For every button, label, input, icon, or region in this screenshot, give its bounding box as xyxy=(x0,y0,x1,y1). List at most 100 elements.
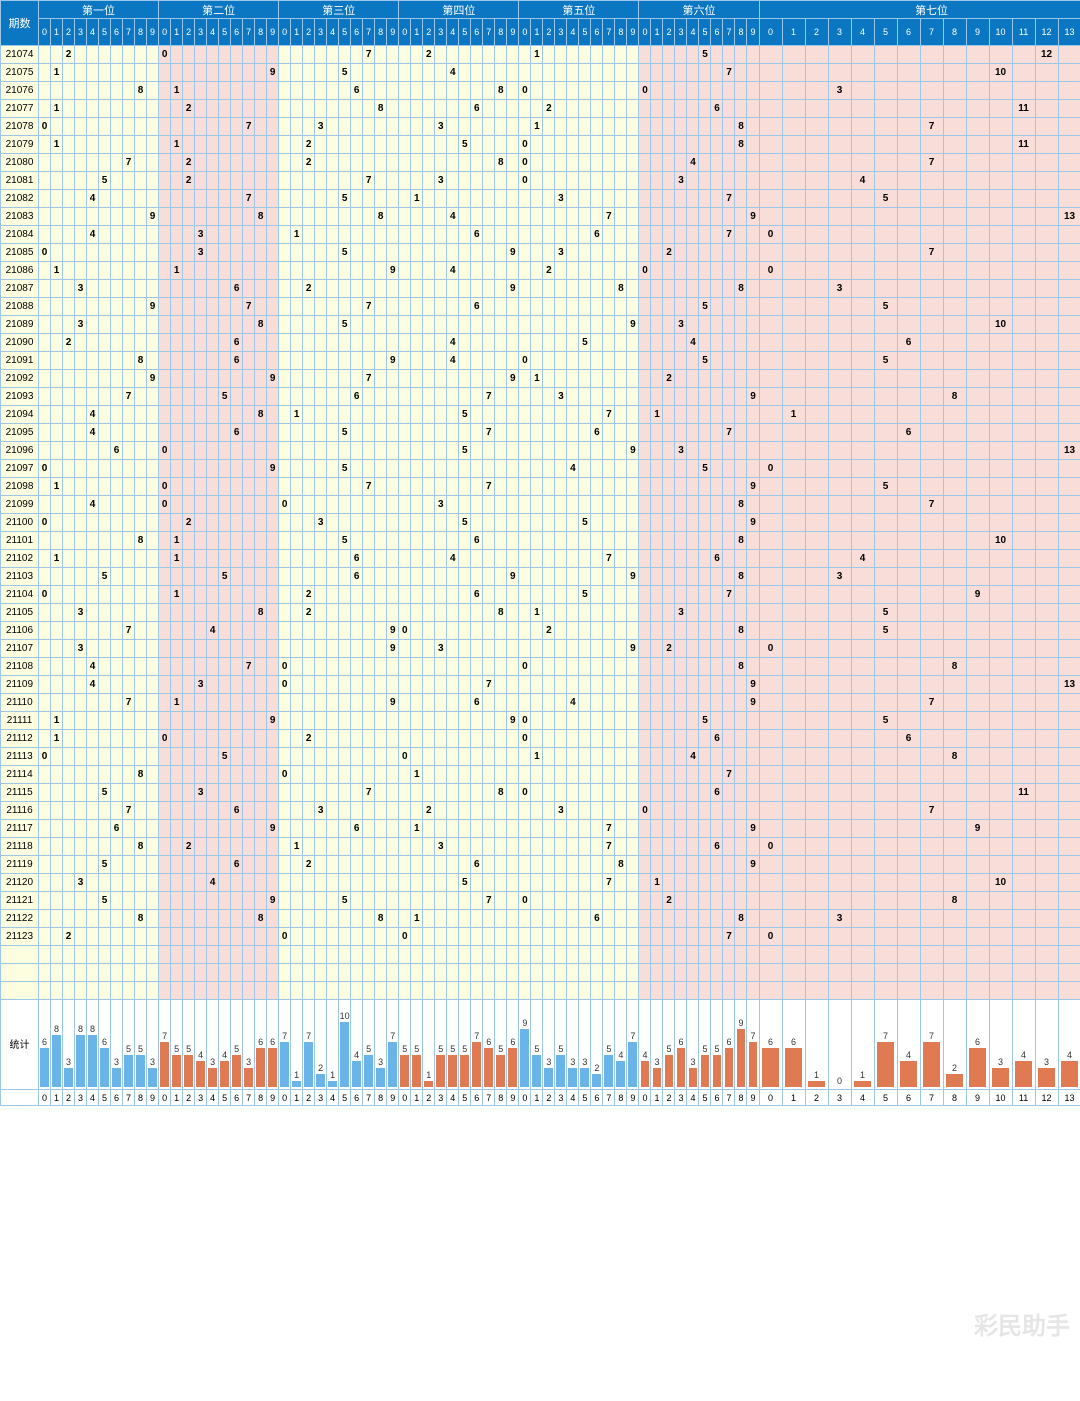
trend-cell xyxy=(1058,874,1080,892)
trend-cell xyxy=(555,334,567,352)
trend-cell xyxy=(219,874,231,892)
trend-cell xyxy=(699,532,711,550)
trend-cell xyxy=(874,514,897,532)
trend-cell xyxy=(483,604,495,622)
trend-cell xyxy=(255,46,267,64)
trend-cell xyxy=(483,118,495,136)
trend-cell xyxy=(219,406,231,424)
trend-cell xyxy=(507,586,519,604)
trend-cell xyxy=(255,820,267,838)
trend-cell xyxy=(423,568,435,586)
trend-cell xyxy=(1035,928,1058,946)
trend-cell xyxy=(135,118,147,136)
axis-cell: 4 xyxy=(207,1090,219,1106)
trend-cell xyxy=(615,622,627,640)
trend-cell xyxy=(699,730,711,748)
spacer xyxy=(966,982,989,1000)
trend-cell xyxy=(207,496,219,514)
trend-cell xyxy=(243,766,255,784)
trend-cell xyxy=(471,910,483,928)
trend-cell xyxy=(399,802,411,820)
spacer xyxy=(315,964,327,982)
trend-cell xyxy=(159,424,171,442)
trend-cell xyxy=(591,676,603,694)
trend-cell xyxy=(195,856,207,874)
axis-cell: 5 xyxy=(699,1090,711,1106)
trend-cell xyxy=(387,604,399,622)
trend-cell xyxy=(291,262,303,280)
trend-cell xyxy=(123,460,135,478)
trend-cell xyxy=(207,64,219,82)
trend-cell xyxy=(411,388,423,406)
trend-cell: 9 xyxy=(507,244,519,262)
trend-cell xyxy=(639,370,651,388)
trend-cell xyxy=(966,172,989,190)
stat-bar-cell: 2 xyxy=(315,1000,327,1090)
trend-cell xyxy=(675,928,687,946)
trend-cell xyxy=(591,712,603,730)
trend-cell xyxy=(828,820,851,838)
trend-cell xyxy=(723,856,735,874)
trend-cell xyxy=(219,136,231,154)
trend-cell xyxy=(447,532,459,550)
period-cell: 21083 xyxy=(1,208,39,226)
trend-cell xyxy=(315,784,327,802)
trend-cell xyxy=(123,226,135,244)
trend-cell xyxy=(411,514,423,532)
trend-cell xyxy=(989,262,1012,280)
pos1-header: 第一位 xyxy=(39,1,159,19)
trend-cell xyxy=(315,496,327,514)
trend-cell xyxy=(387,550,399,568)
spacer xyxy=(435,946,447,964)
trend-cell xyxy=(747,100,759,118)
trend-cell xyxy=(159,586,171,604)
trend-cell xyxy=(423,820,435,838)
trend-cell xyxy=(135,730,147,748)
trend-cell xyxy=(782,712,805,730)
trend-cell xyxy=(363,730,375,748)
trend-cell xyxy=(375,514,387,532)
spacer xyxy=(339,982,351,1000)
stat-bar-cell: 3 xyxy=(243,1000,255,1090)
trend-cell xyxy=(675,658,687,676)
trend-cell xyxy=(874,586,897,604)
trend-cell xyxy=(303,694,315,712)
axis-cell: 5 xyxy=(219,1090,231,1106)
digit-header: 1 xyxy=(411,19,423,46)
trend-cell xyxy=(111,712,123,730)
trend-cell xyxy=(207,226,219,244)
trend-cell xyxy=(183,640,195,658)
data-row: 211018156810282:44:2 xyxy=(1,532,1080,550)
trend-cell: 4 xyxy=(687,334,699,352)
trend-cell xyxy=(255,172,267,190)
trend-cell xyxy=(147,478,159,496)
trend-cell xyxy=(483,154,495,172)
trend-cell xyxy=(315,244,327,262)
trend-cell xyxy=(699,622,711,640)
trend-cell xyxy=(747,784,759,802)
trend-cell xyxy=(459,928,471,946)
spacer xyxy=(171,982,183,1000)
trend-cell xyxy=(711,460,723,478)
trend-cell xyxy=(1058,46,1080,64)
trend-cell xyxy=(805,622,828,640)
trend-cell xyxy=(507,874,519,892)
trend-cell: 9 xyxy=(747,478,759,496)
trend-cell xyxy=(483,766,495,784)
trend-cell xyxy=(339,172,351,190)
trend-cell xyxy=(874,568,897,586)
trend-cell: 0 xyxy=(759,640,782,658)
trend-cell xyxy=(87,802,99,820)
trend-cell xyxy=(759,730,782,748)
trend-cell xyxy=(627,514,639,532)
spacer xyxy=(747,982,759,1000)
trend-cell xyxy=(759,856,782,874)
trend-cell xyxy=(99,118,111,136)
trend-cell xyxy=(363,334,375,352)
watermark: 彩民助手 xyxy=(974,1306,1070,1341)
trend-cell: 12 xyxy=(1035,46,1058,64)
trend-cell xyxy=(39,370,51,388)
trend-cell xyxy=(663,100,675,118)
stat-bar-cell: 5 xyxy=(663,1000,675,1090)
trend-cell xyxy=(303,118,315,136)
